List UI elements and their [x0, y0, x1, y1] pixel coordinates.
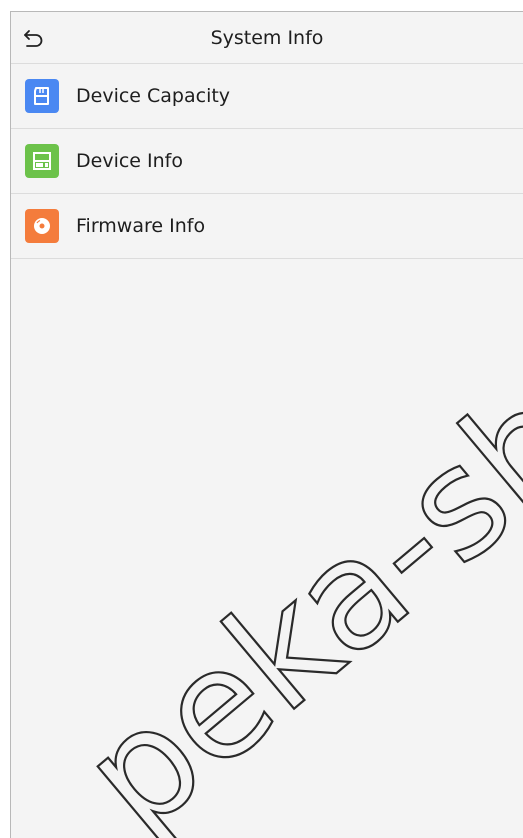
menu-item-label: Device Capacity — [76, 85, 231, 107]
page-title: System Info — [210, 27, 324, 49]
menu-item-device-info[interactable]: Device Info — [11, 129, 523, 194]
header-bar: System Info — [11, 12, 523, 64]
system-info-screen: System Info Device Capacity Device Info … — [10, 11, 523, 838]
menu-item-firmware-info[interactable]: Firmware Info — [11, 194, 523, 259]
sd-card-icon — [25, 79, 59, 113]
disc-icon — [25, 209, 59, 243]
menu-list: Device Capacity Device Info Firmware Inf… — [11, 64, 523, 259]
menu-item-device-capacity[interactable]: Device Capacity — [11, 64, 523, 129]
menu-item-label: Firmware Info — [76, 215, 206, 237]
menu-item-label: Device Info — [76, 150, 183, 172]
device-icon — [25, 144, 59, 178]
